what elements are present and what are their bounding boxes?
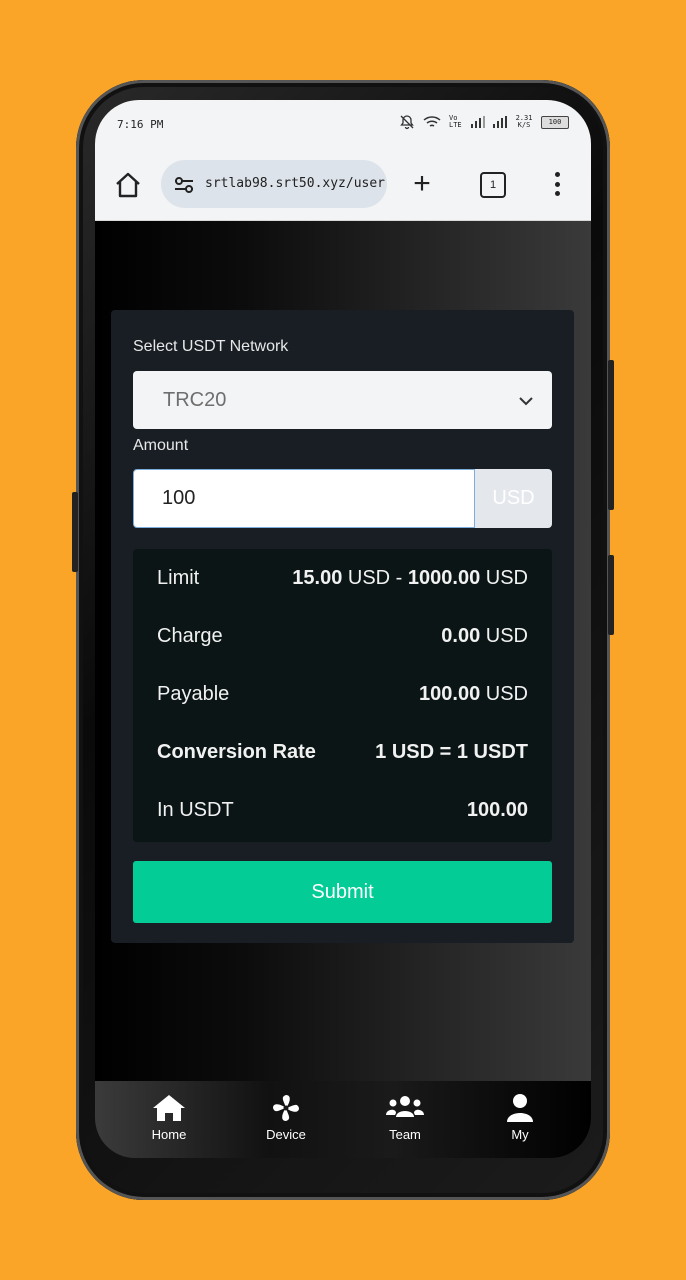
signal-icon [471,116,485,128]
charge-row: Charge 0.00 USD [157,621,528,651]
fan-icon [273,1095,299,1121]
charge-value: 0.00 USD [441,624,528,647]
nav-my[interactable]: My [480,1093,560,1142]
amount-currency-addon: USD [475,469,552,528]
limit-row: Limit 15.00 USD - 1000.00 USD [157,563,528,593]
net-speed: 2.31 K/S [515,114,533,129]
usdt-row: In USDT 100.00 [157,795,528,825]
nav-team-label: Team [389,1127,421,1142]
deposit-card: Select USDT Network TRC20 Amount 100 USD… [111,310,574,943]
volume-button [608,555,614,635]
users-icon [386,1096,424,1117]
network-select[interactable]: TRC20 [133,371,552,429]
status-time: 7:16 PM [117,118,164,131]
conversion-rate-value: 1 USD = 1 USDT [375,740,528,763]
payable-value: 100.00 USD [419,682,528,705]
payable-label: Payable [157,682,230,705]
browser-menu-icon[interactable] [547,168,567,200]
network-select-value: TRC20 [163,389,227,411]
submit-button[interactable]: Submit [133,861,552,923]
nav-home[interactable]: Home [129,1093,209,1142]
address-bar[interactable]: srtlab98.srt50.xyz/user/deposit [161,160,387,208]
mute-bell-icon [400,115,414,130]
side-button-left [72,492,78,572]
volte-indicator: Vo LTE [449,114,462,129]
site-settings-icon[interactable] [173,176,195,194]
nav-team[interactable]: Team [365,1093,445,1142]
conversion-rate-row: Conversion Rate 1 USD = 1 USDT [157,737,528,767]
limit-value: 15.00 USD - 1000.00 USD [292,566,528,589]
nav-device-label: Device [266,1127,306,1142]
amount-label: Amount [133,437,189,454]
chevron-down-icon [519,397,533,406]
network-label: Select USDT Network [133,338,289,355]
home-icon [153,1095,185,1121]
charge-label: Charge [157,624,223,647]
battery-indicator: 100 [541,115,569,129]
conversion-rate-label: Conversion Rate [157,740,316,763]
bottom-nav: Home Device Team My [95,1081,591,1158]
payable-row: Payable 100.00 USD [157,679,528,709]
amount-input-group: 100 USD [133,469,552,528]
user-icon [507,1094,533,1122]
power-button [608,360,614,510]
phone-screen: 7:16 PM Vo LTE 2.31 K/S 100 srtlab98.srt… [95,100,591,1158]
home-button-icon[interactable] [113,170,143,200]
summary-panel: Limit 15.00 USD - 1000.00 USD Charge 0.0… [133,549,552,842]
status-bar: 7:16 PM Vo LTE 2.31 K/S 100 [95,100,591,150]
limit-label: Limit [157,566,200,589]
nav-my-label: My [511,1127,529,1142]
nav-home-label: Home [151,1127,187,1142]
usdt-value: 100.00 [466,798,528,821]
usdt-label: In USDT [157,798,234,821]
url-text[interactable]: srtlab98.srt50.xyz/user/deposit [205,176,385,191]
browser-toolbar: srtlab98.srt50.xyz/user/deposit + 1 [95,150,591,221]
amount-input[interactable]: 100 [133,469,475,528]
nav-device[interactable]: Device [246,1093,326,1142]
tab-count-button[interactable]: 1 [480,172,506,198]
new-tab-icon[interactable]: + [407,169,437,200]
wifi-icon [423,116,441,127]
signal-icon-2 [493,116,507,128]
